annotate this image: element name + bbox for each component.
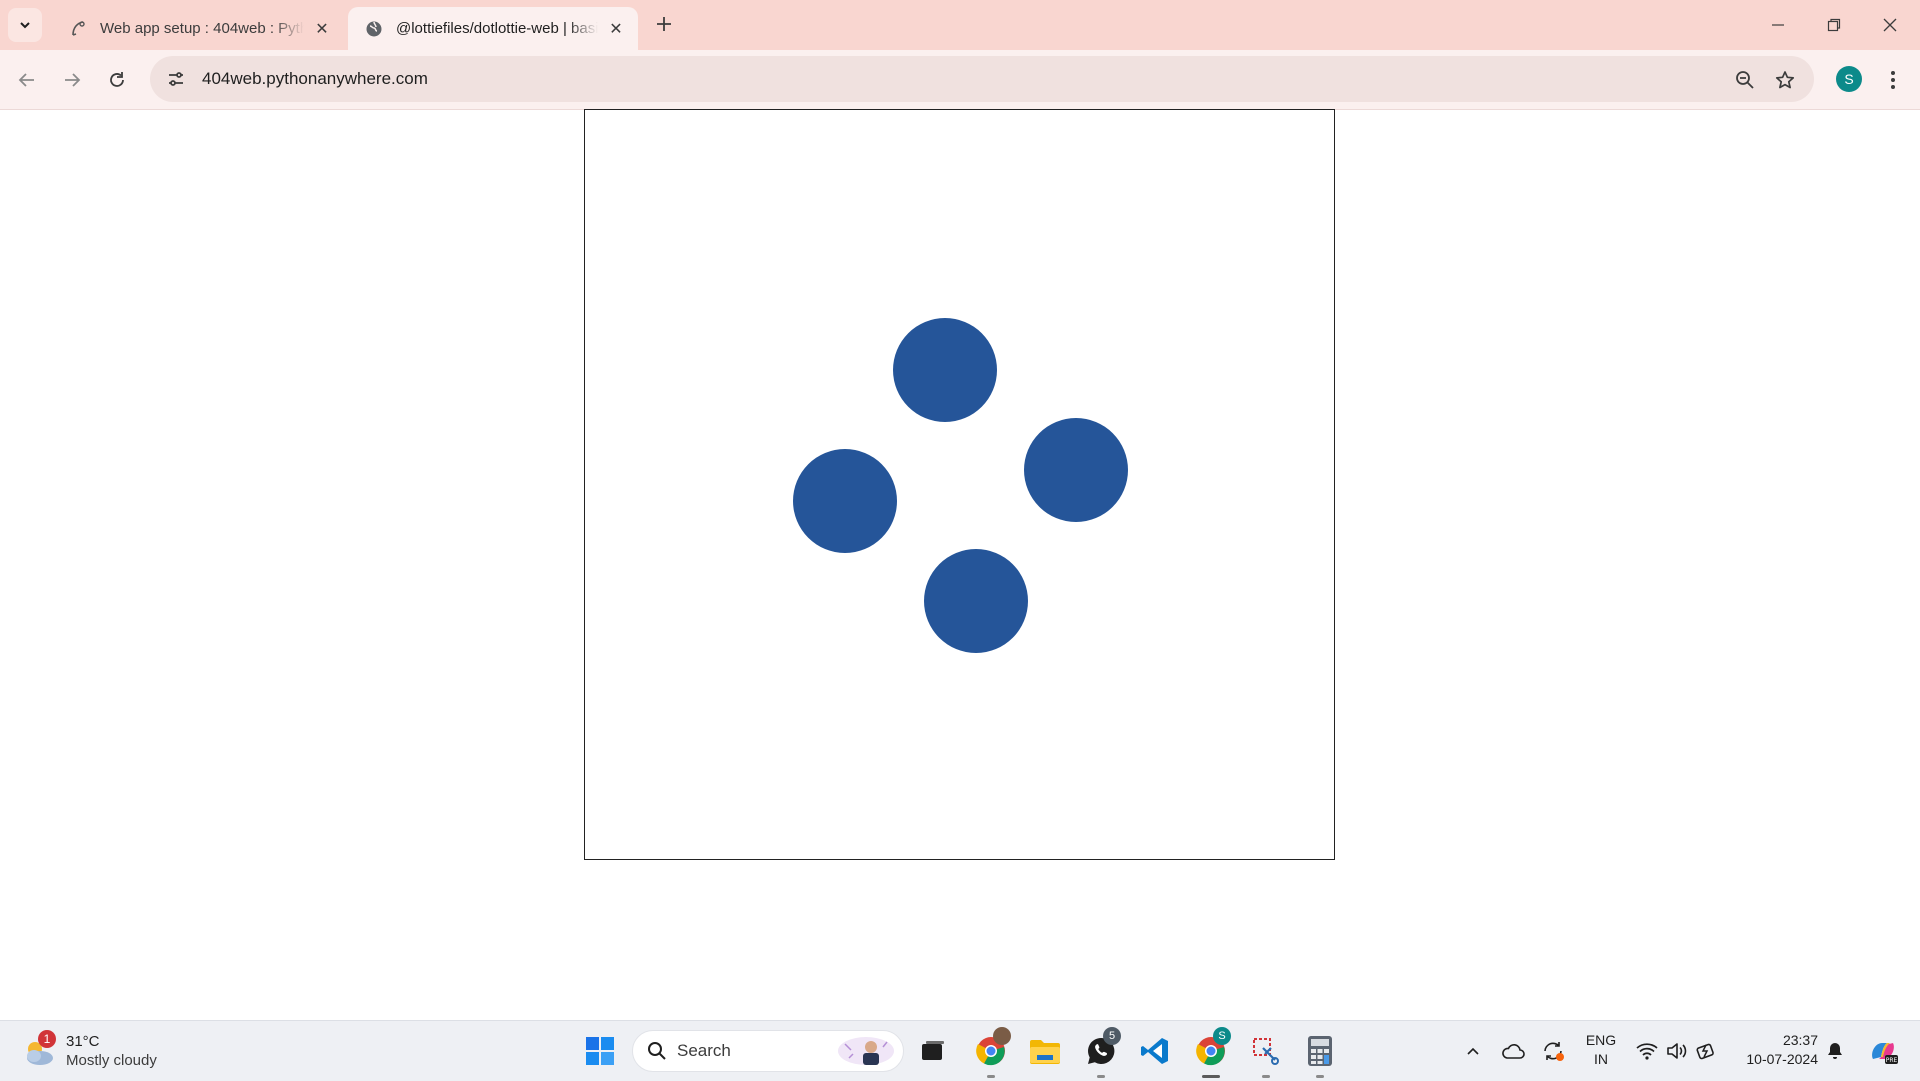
tab-title: @lottiefiles/dotlottie-web | basic [396,20,598,37]
svg-text:PRE: PRE [1886,1057,1898,1064]
copilot-icon: PRE [1872,1043,1898,1064]
sync-icon [1544,1042,1564,1061]
input-language-button[interactable]: ENG IN [1584,1031,1618,1069]
cloudy-weather-icon: 1 [20,1030,58,1070]
battery-button[interactable] [1694,1038,1720,1064]
browser-toolbar: 404web.pythonanywhere.com S [0,50,1920,110]
restore-icon [1827,18,1841,32]
taskbar-search[interactable]: Search [632,1030,904,1072]
arrow-left-icon [18,73,34,87]
language-code: ENG [1585,1032,1617,1048]
star-icon [1775,71,1795,89]
chevron-down-icon [20,22,30,29]
battery-charging-icon [1696,1043,1714,1060]
address-bar[interactable]: 404web.pythonanywhere.com [150,56,1814,102]
taskbar-chrome-2[interactable]: S [1191,1027,1231,1078]
running-indicator [1316,1075,1324,1078]
search-highlight-icon [838,1037,894,1065]
windows-taskbar: 1 31°C Mostly cloudy Search 5 S ENG IN 2… [0,1020,1920,1081]
sync-status-button[interactable] [1540,1038,1566,1064]
animation-dot [793,449,897,553]
notification-badge: 5 [1103,1027,1121,1045]
weather-widget[interactable]: 1 31°C Mostly cloudy [20,1029,157,1073]
taskbar-vscode[interactable] [1135,1031,1175,1071]
network-button[interactable] [1634,1038,1660,1064]
weather-temperature: 31°C [66,1033,100,1050]
profile-badge: S [1213,1027,1231,1045]
close-icon[interactable]: ✕ [312,19,332,39]
windows-logo-icon [586,1037,614,1065]
minimize-button[interactable] [1750,0,1806,50]
clock-date: 10-07-2024 [1746,1051,1818,1067]
running-indicator [1097,1075,1105,1078]
new-tab-button[interactable] [650,10,678,38]
taskbar-calculator[interactable] [1300,1031,1340,1078]
clock-button[interactable]: 23:37 10-07-2024 [1734,1031,1818,1069]
animation-dot [893,318,997,422]
search-icon [648,1042,666,1060]
weather-alert-badge: 1 [38,1030,56,1048]
cloud-icon [1502,1044,1525,1059]
minimize-icon [1772,24,1784,26]
calculator-icon [1308,1036,1332,1066]
animation-dot [1024,418,1128,522]
start-button[interactable] [580,1031,620,1071]
profile-badge-icon [993,1027,1011,1045]
search-label: Search [677,1041,731,1060]
reload-button[interactable] [100,63,134,97]
show-hidden-icons-button[interactable] [1460,1038,1486,1064]
reload-icon [110,72,124,87]
url-text[interactable]: 404web.pythonanywhere.com [202,69,428,89]
task-view-icon [922,1041,944,1060]
chevron-up-icon [1467,1047,1479,1055]
browser-menu-button[interactable] [1880,63,1906,97]
scissors-icon [1253,1038,1279,1065]
profile-avatar[interactable]: S [1836,66,1862,92]
back-button[interactable] [10,63,44,97]
weather-condition: Mostly cloudy [66,1052,157,1069]
animation-dot [924,549,1028,653]
close-icon [1883,18,1897,32]
copilot-button[interactable]: PRE [1865,1033,1901,1069]
zoom-button[interactable] [1732,67,1758,93]
wifi-icon [1636,1043,1658,1060]
taskbar-snipping-tool[interactable] [1246,1031,1286,1078]
task-view-button[interactable] [913,1031,953,1071]
tab-search-button[interactable] [8,8,42,42]
tab-strip: Web app setup : 404web : PythonAnywhere … [0,0,1920,50]
active-indicator [1202,1075,1220,1078]
forward-button[interactable] [55,63,89,97]
tab-title: Web app setup : 404web : PythonAnywhere [100,20,304,37]
volume-button[interactable] [1664,1038,1690,1064]
globe-icon [364,19,384,39]
region-code: IN [1594,1051,1608,1067]
close-icon[interactable]: ✕ [606,19,626,39]
notifications-button[interactable] [1822,1038,1848,1064]
taskbar-whatsapp[interactable]: 5 [1081,1027,1121,1078]
plus-icon [657,17,671,31]
vscode-icon [1141,1038,1168,1064]
more-vert-icon [1891,71,1895,89]
onedrive-button[interactable] [1500,1038,1526,1064]
close-window-button[interactable] [1862,0,1918,50]
tune-icon [169,72,183,86]
site-info-button[interactable] [156,59,196,99]
running-indicator [987,1075,995,1078]
running-indicator [1262,1075,1270,1078]
lottie-player-canvas [584,109,1335,860]
taskbar-chrome-1[interactable] [971,1027,1011,1078]
taskbar-file-explorer[interactable] [1025,1031,1065,1071]
pythonanywhere-icon [68,19,88,39]
zoom-out-icon [1736,71,1754,89]
tab-dotlottie[interactable]: @lottiefiles/dotlottie-web | basic ✕ [348,7,638,50]
tab-pythonanywhere[interactable]: Web app setup : 404web : PythonAnywhere … [52,7,344,50]
bell-icon [1828,1043,1842,1059]
restore-button[interactable] [1806,0,1862,50]
speaker-icon [1667,1043,1687,1059]
clock-time: 23:37 [1782,1032,1818,1048]
folder-icon [1030,1040,1060,1064]
bookmark-button[interactable] [1772,67,1798,93]
arrow-right-icon [65,73,81,87]
